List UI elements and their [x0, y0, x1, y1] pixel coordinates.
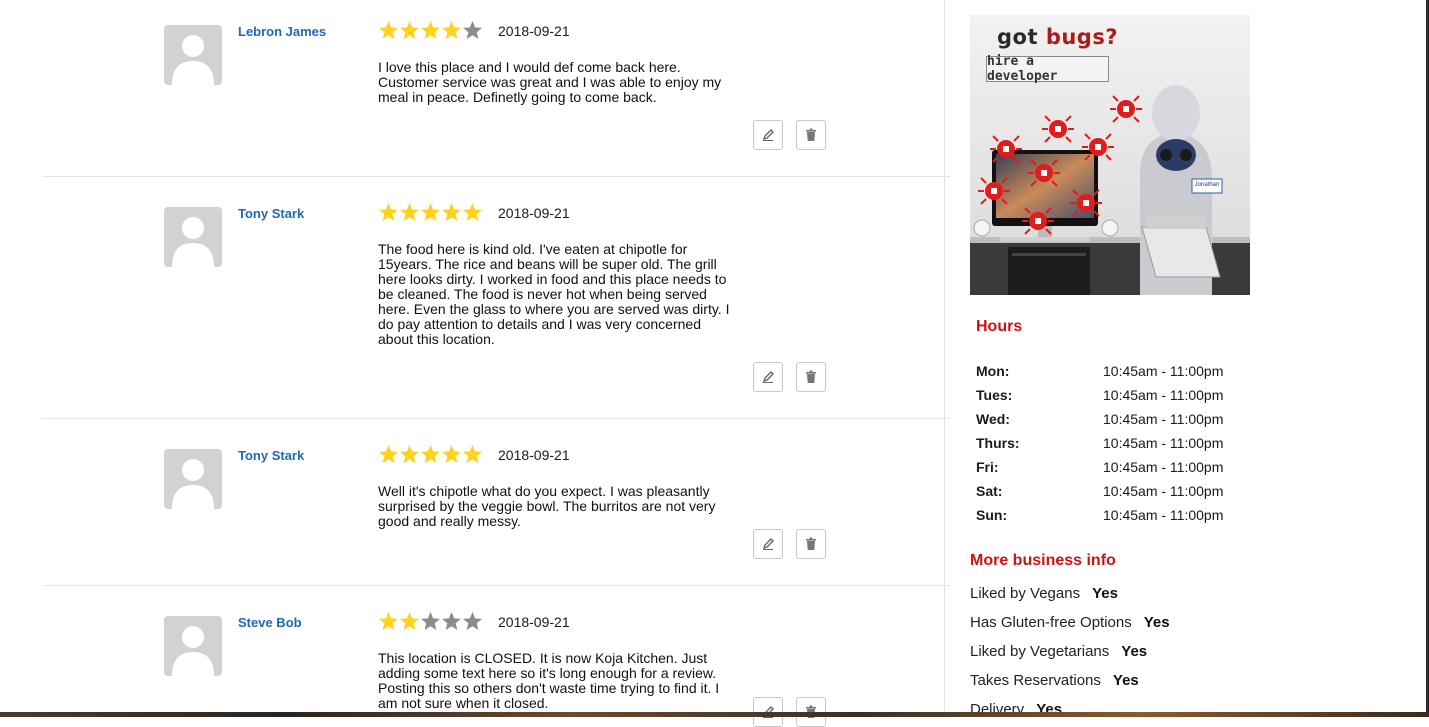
pencil-icon [762, 371, 774, 383]
ad-headline-bugs: bugs? [1045, 25, 1119, 49]
hours-day: Sun: [976, 507, 1008, 523]
review-date: 2018-09-21 [498, 447, 570, 463]
review-date: 2018-09-21 [498, 614, 570, 630]
edit-review-button[interactable] [753, 529, 783, 559]
pencil-icon [762, 129, 774, 141]
star-empty-icon [421, 612, 440, 630]
star-filled-icon [442, 445, 461, 463]
star-filled-icon [400, 21, 419, 39]
star-filled-icon [421, 445, 440, 463]
star-filled-icon [379, 612, 398, 630]
business-info-value: Yes [1092, 585, 1118, 602]
trash-icon [806, 128, 816, 141]
star-filled-icon [463, 445, 482, 463]
business-info-value: Yes [1112, 672, 1139, 689]
reviewer-name-link[interactable]: Lebron James [238, 24, 326, 39]
user-silhouette-icon [164, 207, 222, 267]
star-filled-icon [421, 21, 440, 39]
ad-hire-developer-button[interactable]: hire a developer [986, 54, 1109, 84]
star-empty-icon [442, 612, 461, 630]
business-info-label: Has Gluten-free Options [970, 614, 1132, 631]
hours-day: Fri: [976, 459, 999, 475]
star-filled-icon [400, 612, 419, 630]
business-info-value: Yes [1121, 643, 1148, 660]
reviews-list: Lebron James 2018-09-21 I love this place … [0, 0, 950, 727]
star-filled-icon [379, 203, 398, 221]
hours-time: 10:45am - 11:00pm [1103, 507, 1224, 523]
delete-review-button[interactable] [796, 529, 826, 559]
star-filled-icon [421, 203, 440, 221]
review-text: Well it's chipotle what do you expect. I… [378, 483, 716, 529]
star-empty-icon [463, 612, 482, 630]
business-info-label: Liked by Vegans [970, 585, 1081, 602]
hours-time: 10:45am - 11:00pm [1103, 483, 1224, 499]
star-rating [378, 20, 483, 41]
review-date: 2018-09-21 [498, 205, 570, 221]
user-silhouette-icon [164, 25, 222, 85]
star-empty-icon [463, 21, 482, 39]
sidebar-divider [944, 0, 945, 717]
star-filled-icon [463, 203, 482, 221]
hours-title: Hours [976, 318, 1023, 335]
review-text: This location is CLOSED. It is now Koja … [378, 650, 720, 711]
hours-time: 10:45am - 11:00pm [1103, 363, 1224, 379]
business-info-row: Takes Reservations Yes [970, 672, 1139, 689]
star-filled-icon [442, 203, 461, 221]
hours-time: 10:45am - 11:00pm [1103, 459, 1224, 475]
hours-time: 10:45am - 11:00pm [1103, 387, 1224, 403]
business-info-label: Takes Reservations [970, 672, 1101, 689]
hours-day: Tues: [976, 387, 1013, 403]
star-filled-icon [379, 21, 398, 39]
delete-review-button[interactable] [796, 120, 826, 150]
star-filled-icon [400, 203, 419, 221]
hours-time: 10:45am - 11:00pm [1103, 435, 1224, 451]
business-info-label: Liked by Vegetarians [970, 643, 1110, 660]
business-info-row: Liked by Vegans Yes [970, 585, 1118, 602]
got-bugs-ad[interactable]: got bugs? hire a developer Jonathan [970, 15, 1250, 295]
ad-headline-got: got [997, 25, 1046, 49]
edit-review-button[interactable] [753, 362, 783, 392]
review-divider [42, 176, 950, 177]
star-filled-icon [400, 445, 419, 463]
background-strip [0, 712, 1429, 717]
user-silhouette-icon [164, 449, 222, 509]
trash-icon [806, 370, 816, 383]
star-rating [378, 202, 483, 223]
hours-time: 10:45am - 11:00pm [1103, 411, 1224, 427]
business-info-value: Yes [1143, 614, 1170, 631]
trash-icon [806, 537, 816, 550]
hours-day: Mon: [976, 363, 1010, 379]
reviewer-name-link[interactable]: Tony Stark [238, 448, 304, 463]
review-divider [42, 585, 950, 586]
business-info-row: Liked by Vegetarians Yes [970, 643, 1147, 660]
star-rating [378, 444, 483, 465]
edit-review-button[interactable] [753, 120, 783, 150]
hours-day: Thurs: [976, 435, 1020, 451]
ad-name-badge: Jonathan [1194, 182, 1220, 188]
star-filled-icon [442, 21, 461, 39]
star-filled-icon [379, 445, 398, 463]
reviewer-name-link[interactable]: Steve Bob [238, 615, 302, 630]
review-text: The food here is kind old. I've eaten at… [378, 241, 730, 347]
delete-review-button[interactable] [796, 362, 826, 392]
business-info-title: More business info [970, 552, 1116, 569]
pencil-icon [762, 538, 774, 550]
review-text: I love this place and I would def come b… [378, 59, 722, 105]
user-silhouette-icon [164, 616, 222, 676]
review-divider [42, 418, 950, 419]
hours-day: Wed: [976, 411, 1010, 427]
business-info-row: Has Gluten-free Options Yes [970, 614, 1170, 631]
review-date: 2018-09-21 [498, 23, 570, 39]
star-rating [378, 611, 483, 632]
reviewer-name-link[interactable]: Tony Stark [238, 206, 304, 221]
hours-day: Sat: [976, 483, 1003, 499]
